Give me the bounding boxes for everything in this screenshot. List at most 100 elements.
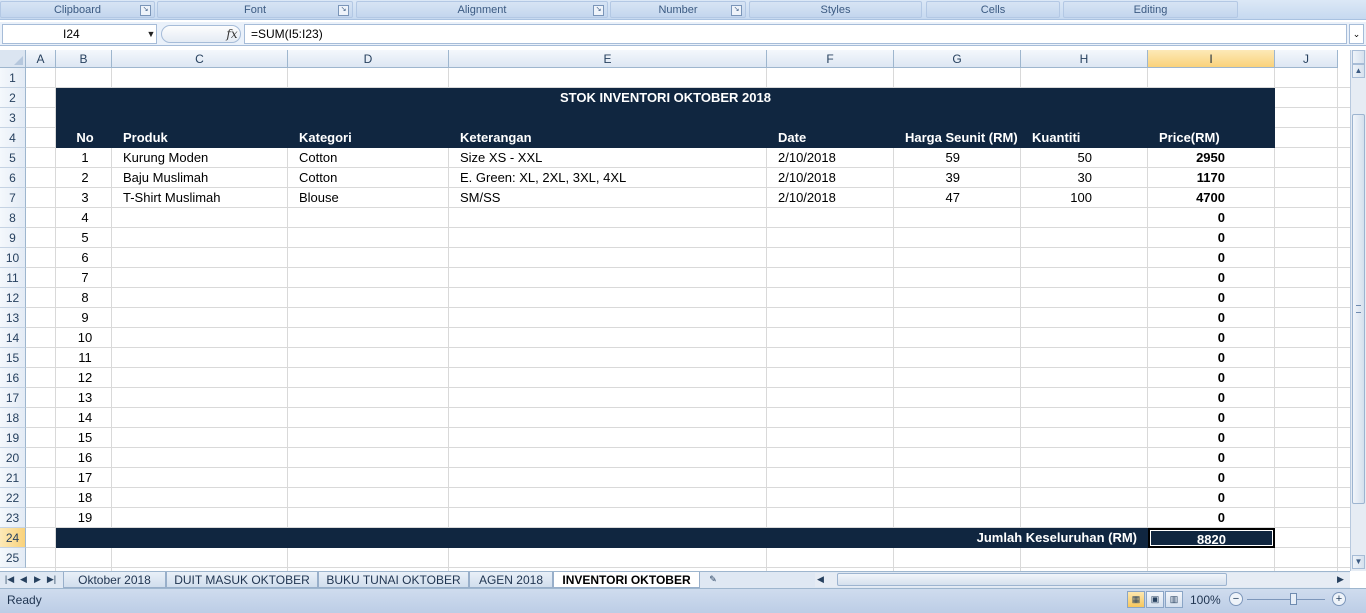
row-header-6[interactable]: 6 [0,168,26,188]
item-no[interactable]: 16 [56,448,112,468]
item-kategori[interactable]: Blouse [288,188,449,208]
row-header-17[interactable]: 17 [0,388,26,408]
header-keterangan[interactable]: Keterangan [449,128,767,148]
item-price[interactable]: 0 [1148,228,1275,248]
sheet-title[interactable]: STOK INVENTORI OKTOBER 2018 [56,88,1275,108]
item-price[interactable]: 4700 [1148,188,1275,208]
zoom-out-icon[interactable]: − [1229,592,1243,606]
item-no[interactable]: 10 [56,328,112,348]
sheet-tab-inventori-oktober[interactable]: INVENTORI OKTOBER [553,572,700,588]
header-no[interactable]: No [56,128,112,148]
first-sheet-icon[interactable]: |◀ [4,573,15,586]
zoom-level[interactable]: 100% [1190,593,1221,607]
item-price[interactable]: 0 [1148,368,1275,388]
item-price[interactable]: 0 [1148,348,1275,368]
item-no[interactable]: 18 [56,488,112,508]
item-no[interactable]: 14 [56,408,112,428]
sheet-tab-buku-tunai-oktober[interactable]: BUKU TUNAI OKTOBER [318,572,469,588]
item-price[interactable]: 0 [1148,308,1275,328]
item-no[interactable]: 12 [56,368,112,388]
column-header-I[interactable]: I [1148,50,1275,68]
name-box-dropdown-icon[interactable]: ▼ [145,24,157,44]
item-no[interactable]: 13 [56,388,112,408]
item-date[interactable]: 2/10/2018 [767,168,894,188]
row-header-24[interactable]: 24 [0,528,26,548]
header-produk[interactable]: Produk [112,128,288,148]
select-all-button[interactable] [0,50,26,68]
item-price[interactable]: 0 [1148,388,1275,408]
total-label[interactable]: Jumlah Keseluruhan (RM) [449,528,1148,548]
item-keterangan[interactable]: E. Green: XL, 2XL, 3XL, 4XL [449,168,767,188]
scroll-down-icon[interactable]: ▼ [1352,555,1365,569]
header-kategori[interactable]: Kategori [288,128,449,148]
item-no[interactable]: 6 [56,248,112,268]
next-sheet-icon[interactable]: ▶ [32,573,43,586]
item-harga[interactable]: 59 [894,148,1021,168]
scroll-up-icon[interactable]: ▲ [1352,64,1365,78]
row-header-2[interactable]: 2 [0,88,26,108]
column-header-A[interactable]: A [26,50,56,68]
row-header-14[interactable]: 14 [0,328,26,348]
item-kuantiti[interactable]: 100 [1021,188,1148,208]
item-price[interactable]: 0 [1148,428,1275,448]
item-no[interactable]: 5 [56,228,112,248]
row-header-10[interactable]: 10 [0,248,26,268]
zoom-in-icon[interactable]: + [1332,592,1346,606]
item-price[interactable]: 0 [1148,408,1275,428]
column-header-D[interactable]: D [288,50,449,68]
item-price[interactable]: 0 [1148,288,1275,308]
vertical-scroll-thumb[interactable] [1352,114,1365,504]
item-no[interactable]: 15 [56,428,112,448]
item-no[interactable]: 17 [56,468,112,488]
column-header-B[interactable]: B [56,50,112,68]
row-header-23[interactable]: 23 [0,508,26,528]
row-header-22[interactable]: 22 [0,488,26,508]
row-header-25[interactable]: 25 [0,548,26,568]
item-kuantiti[interactable]: 30 [1021,168,1148,188]
item-price[interactable]: 0 [1148,208,1275,228]
item-price[interactable]: 0 [1148,268,1275,288]
row-header-19[interactable]: 19 [0,428,26,448]
sheet-tab-agen-2018[interactable]: AGEN 2018 [469,572,553,588]
item-no[interactable]: 19 [56,508,112,528]
item-no[interactable]: 8 [56,288,112,308]
row-header-3[interactable]: 3 [0,108,26,128]
last-sheet-icon[interactable]: ▶| [46,573,57,586]
horizontal-scrollbar[interactable]: ◀ ▶ [815,573,1350,587]
header-price[interactable]: Price(RM) [1148,128,1275,148]
row-header-11[interactable]: 11 [0,268,26,288]
column-header-C[interactable]: C [112,50,288,68]
row-header-21[interactable]: 21 [0,468,26,488]
row-header-9[interactable]: 9 [0,228,26,248]
item-keterangan[interactable]: SM/SS [449,188,767,208]
column-header-J[interactable]: J [1275,50,1338,68]
row-header-7[interactable]: 7 [0,188,26,208]
item-kategori[interactable]: Cotton [288,148,449,168]
item-no[interactable]: 9 [56,308,112,328]
item-no[interactable]: 4 [56,208,112,228]
item-price[interactable]: 0 [1148,468,1275,488]
item-produk[interactable]: Baju Muslimah [112,168,288,188]
zoom-slider[interactable] [1247,599,1325,600]
item-no[interactable]: 1 [56,148,112,168]
item-produk[interactable]: Kurung Moden [112,148,288,168]
insert-function-icon[interactable]: fx [222,24,242,44]
item-harga[interactable]: 47 [894,188,1021,208]
vertical-scrollbar[interactable]: ▲ ▼ [1350,50,1366,571]
item-no[interactable]: 2 [56,168,112,188]
header-date[interactable]: Date [767,128,894,148]
item-kuantiti[interactable]: 50 [1021,148,1148,168]
horizontal-scroll-thumb[interactable] [837,573,1227,586]
row-header-4[interactable]: 4 [0,128,26,148]
page-break-preview-icon[interactable]: ▥ [1165,591,1183,608]
row-header-15[interactable]: 15 [0,348,26,368]
row-header-16[interactable]: 16 [0,368,26,388]
item-price[interactable]: 2950 [1148,148,1275,168]
formula-input[interactable]: =SUM(I5:I23) [244,24,1347,44]
sheet-tab-duit-masuk-oktober[interactable]: DUIT MASUK OKTOBER [166,572,318,588]
item-kategori[interactable]: Cotton [288,168,449,188]
dialog-launcher-icon[interactable]: ↘ [593,5,604,16]
row-header-13[interactable]: 13 [0,308,26,328]
column-header-F[interactable]: F [767,50,894,68]
scroll-left-icon[interactable]: ◀ [815,573,826,586]
